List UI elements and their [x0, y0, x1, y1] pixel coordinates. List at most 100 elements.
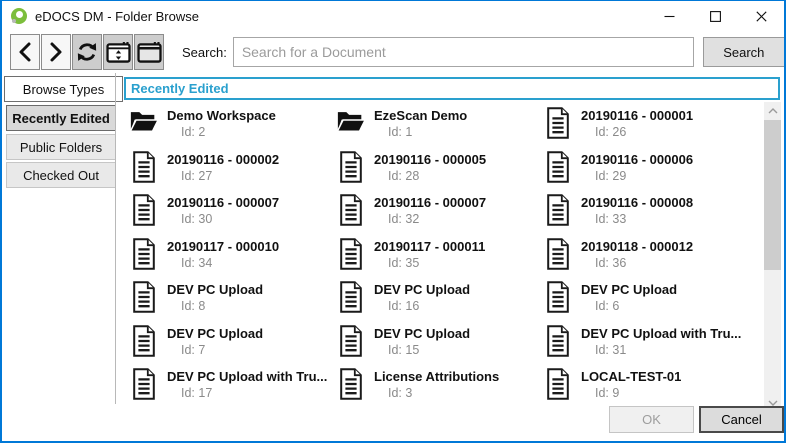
- item-name: EzeScan Demo: [374, 108, 467, 124]
- cancel-button[interactable]: Cancel: [699, 406, 784, 433]
- item-id: Id: 35: [374, 255, 485, 271]
- list-item[interactable]: 20190116 - 000008 Id: 33: [540, 194, 747, 238]
- document-icon: [546, 194, 570, 226]
- document-icon: [546, 151, 570, 183]
- document-icon: [339, 368, 363, 400]
- list-item[interactable]: 20190117 - 000011 Id: 35: [333, 238, 540, 282]
- sidebar-item-label: Checked Out: [23, 168, 99, 183]
- list-item[interactable]: DEV PC Upload Id: 8: [126, 281, 333, 325]
- search-label: Search:: [182, 45, 227, 60]
- list-item[interactable]: 20190116 - 000002 Id: 27: [126, 151, 333, 195]
- panel-restore-button[interactable]: [103, 34, 133, 70]
- list-item[interactable]: DEV PC Upload with Tru... Id: 31: [540, 325, 747, 369]
- item-id: Id: 6: [581, 298, 677, 314]
- item-name: 20190116 - 000002: [167, 152, 279, 168]
- item-name: DEV PC Upload: [167, 326, 263, 342]
- panel-maximize-button[interactable]: [134, 34, 164, 70]
- item-name: LOCAL-TEST-01: [581, 369, 681, 385]
- close-icon: [756, 11, 767, 22]
- ok-button[interactable]: OK: [609, 406, 694, 433]
- sidebar-item-label: Public Folders: [20, 140, 102, 155]
- list-item[interactable]: DEV PC Upload Id: 7: [126, 325, 333, 369]
- document-icon: [132, 368, 156, 400]
- list-item[interactable]: Demo Workspace Id: 2: [126, 107, 333, 151]
- list-item[interactable]: DEV PC Upload Id: 15: [333, 325, 540, 369]
- sidebar-item-checked-out[interactable]: Checked Out: [6, 162, 116, 188]
- sidebar-item-label: Recently Edited: [12, 111, 110, 126]
- refresh-button[interactable]: [72, 34, 102, 70]
- search-input[interactable]: [233, 37, 694, 67]
- back-button[interactable]: [10, 34, 40, 70]
- item-id: Id: 32: [374, 211, 486, 227]
- item-name: DEV PC Upload with Tru...: [581, 326, 741, 342]
- item-name: 20190116 - 000007: [167, 195, 279, 211]
- item-id: Id: 28: [374, 168, 486, 184]
- list-item[interactable]: LOCAL-TEST-01 Id: 9: [540, 368, 747, 404]
- list-item[interactable]: 20190116 - 000001 Id: 26: [540, 107, 747, 151]
- item-id: Id: 7: [167, 342, 263, 358]
- caption-buttons: [646, 1, 784, 31]
- item-id: Id: 33: [581, 211, 693, 227]
- close-button[interactable]: [738, 1, 784, 31]
- item-id: Id: 2: [167, 124, 276, 140]
- list-item[interactable]: DEV PC Upload Id: 6: [540, 281, 747, 325]
- item-name: 20190117 - 000010: [167, 239, 279, 255]
- vertical-scrollbar[interactable]: [764, 102, 781, 411]
- item-id: Id: 31: [581, 342, 741, 358]
- document-icon: [546, 325, 570, 357]
- list-item[interactable]: DEV PC Upload Id: 16: [333, 281, 540, 325]
- scroll-up-button[interactable]: [764, 102, 781, 119]
- item-name: DEV PC Upload: [167, 282, 263, 298]
- list-item[interactable]: 20190116 - 000007 Id: 32: [333, 194, 540, 238]
- item-id: Id: 3: [374, 385, 499, 401]
- document-icon: [546, 238, 570, 270]
- item-list: Demo Workspace Id: 2 EzeScan Demo Id: 1: [124, 102, 763, 404]
- list-item[interactable]: License Attributions Id: 3: [333, 368, 540, 404]
- list-item[interactable]: 20190116 - 000006 Id: 29: [540, 151, 747, 195]
- document-icon: [132, 194, 156, 226]
- search-button[interactable]: Search: [703, 37, 785, 67]
- document-icon: [546, 368, 570, 400]
- item-id: Id: 34: [167, 255, 279, 271]
- item-id: Id: 30: [167, 211, 279, 227]
- folder-icon: [129, 107, 159, 134]
- item-name: License Attributions: [374, 369, 499, 385]
- list-item[interactable]: 20190118 - 000012 Id: 36: [540, 238, 747, 282]
- item-name: DEV PC Upload: [581, 282, 677, 298]
- maximize-button[interactable]: [692, 1, 738, 31]
- list-item[interactable]: 20190116 - 000005 Id: 28: [333, 151, 540, 195]
- item-id: Id: 16: [374, 298, 470, 314]
- document-icon: [339, 238, 363, 270]
- item-id: Id: 29: [581, 168, 693, 184]
- list-item[interactable]: DEV PC Upload with Tru... Id: 17: [126, 368, 333, 404]
- chevron-up-icon: [768, 108, 778, 114]
- item-name: 20190117 - 000011: [374, 239, 485, 255]
- sidebar-item-public-folders[interactable]: Public Folders: [6, 134, 116, 160]
- panel-maximize-icon: [137, 42, 162, 63]
- forward-button[interactable]: [41, 34, 71, 70]
- item-id: Id: 27: [167, 168, 279, 184]
- edocs-logo-icon: [11, 8, 27, 24]
- scrollbar-thumb[interactable]: [764, 120, 781, 270]
- list-item[interactable]: EzeScan Demo Id: 1: [333, 107, 540, 151]
- document-icon: [339, 325, 363, 357]
- minimize-button[interactable]: [646, 1, 692, 31]
- forward-icon: [47, 41, 65, 63]
- item-id: Id: 9: [581, 385, 681, 401]
- chevron-down-icon: [768, 400, 778, 406]
- item-name: 20190116 - 000008: [581, 195, 693, 211]
- sidebar-item-label: Browse Types: [23, 82, 104, 97]
- panel-restore-icon: [106, 42, 131, 63]
- back-icon: [16, 41, 34, 63]
- list-item[interactable]: 20190116 - 000007 Id: 30: [126, 194, 333, 238]
- list-item[interactable]: 20190117 - 000010 Id: 34: [126, 238, 333, 282]
- document-icon: [546, 281, 570, 313]
- folder-icon: [336, 107, 366, 134]
- item-name: 20190116 - 000005: [374, 152, 486, 168]
- document-icon: [339, 194, 363, 226]
- item-id: Id: 26: [581, 124, 693, 140]
- item-id: Id: 17: [167, 385, 327, 401]
- sidebar-item-recently-edited[interactable]: Recently Edited: [6, 105, 116, 131]
- item-name: 20190118 - 000012: [581, 239, 693, 255]
- sidebar-item-browse-types[interactable]: Browse Types: [4, 76, 123, 102]
